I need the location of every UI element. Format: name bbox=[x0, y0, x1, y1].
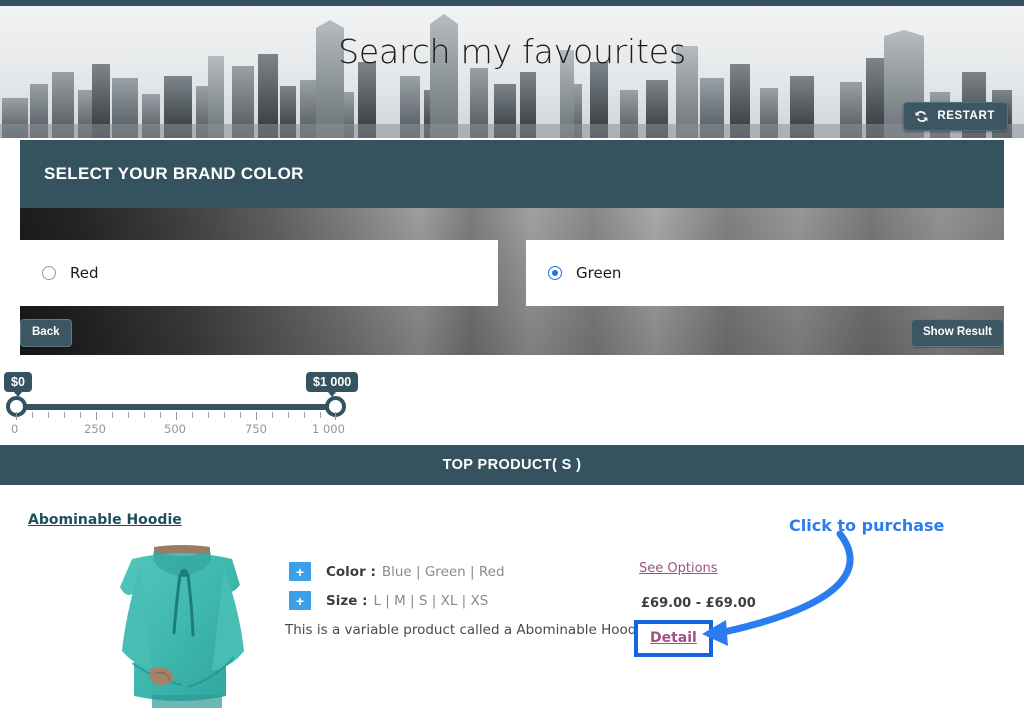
slider-min-tooltip: $0 bbox=[4, 372, 32, 398]
slider-label-500: 500 bbox=[164, 422, 186, 436]
plus-icon[interactable]: + bbox=[289, 562, 311, 581]
slider-label-1000: 1 000 bbox=[312, 422, 345, 436]
city-skyline-image bbox=[0, 6, 1024, 138]
restart-button[interactable]: RESTART bbox=[903, 102, 1008, 131]
quiz-footer: Back Show Result bbox=[20, 316, 1004, 350]
plus-icon[interactable]: + bbox=[289, 591, 311, 610]
price-range-slider[interactable]: $0 $1 000 0 250 500 750 1 000 bbox=[0, 366, 1024, 436]
attribute-row-color: + Color : Blue | Green | Red bbox=[289, 557, 629, 586]
slider-ticks bbox=[16, 412, 336, 420]
attribute-row-size: + Size : L | M | S | XL | XS bbox=[289, 586, 629, 615]
slider-track[interactable] bbox=[16, 404, 336, 410]
quiz-option-green[interactable]: Green bbox=[526, 240, 1004, 306]
quiz-panel: SELECT YOUR BRAND COLOR Red Green Back S… bbox=[20, 140, 1004, 355]
quiz-question-header: SELECT YOUR BRAND COLOR bbox=[20, 140, 1004, 208]
quiz-option-red-label: Red bbox=[70, 264, 99, 282]
page-root: Search my favourites RESTART SELECT YOUR… bbox=[0, 0, 1024, 708]
slider-scale-labels: 0 250 500 750 1 000 bbox=[0, 422, 400, 438]
attribute-values-color: Blue | Green | Red bbox=[381, 563, 505, 580]
slider-label-250: 250 bbox=[84, 422, 106, 436]
attribute-values-size: L | M | S | XL | XS bbox=[373, 592, 489, 609]
slider-label-0: 0 bbox=[11, 422, 19, 436]
quiz-option-green-label: Green bbox=[576, 264, 622, 282]
quiz-question-text: SELECT YOUR BRAND COLOR bbox=[44, 164, 304, 183]
attribute-name-size: Size : bbox=[326, 592, 368, 609]
hero-banner: Search my favourites RESTART bbox=[0, 6, 1024, 138]
attribute-name-color: Color : bbox=[326, 563, 376, 580]
back-button[interactable]: Back bbox=[20, 319, 72, 347]
radio-green-icon[interactable] bbox=[548, 266, 562, 280]
product-description: This is a variable product called a Abom… bbox=[285, 622, 649, 638]
annotation-arrow-icon bbox=[702, 530, 854, 646]
slider-max-tooltip: $1 000 bbox=[306, 372, 359, 398]
teal-hoodie-photo bbox=[92, 545, 272, 708]
slider-label-750: 750 bbox=[245, 422, 267, 436]
top-products-header: TOP PRODUCT( S ) bbox=[0, 445, 1024, 485]
radio-red-icon[interactable] bbox=[42, 266, 56, 280]
page-title: Search my favourites bbox=[338, 32, 686, 71]
product-name-link[interactable]: Abominable Hoodie bbox=[28, 512, 182, 528]
product-image bbox=[92, 545, 272, 708]
restart-label: RESTART bbox=[937, 109, 995, 122]
refresh-icon bbox=[915, 111, 928, 122]
show-result-button[interactable]: Show Result bbox=[910, 319, 1004, 347]
quiz-options-group: Red Green bbox=[20, 240, 1004, 306]
product-attributes: + Color : Blue | Green | Red + Size : L … bbox=[289, 557, 629, 615]
quiz-option-red[interactable]: Red bbox=[20, 240, 498, 306]
top-products-title: TOP PRODUCT( S ) bbox=[442, 457, 582, 473]
